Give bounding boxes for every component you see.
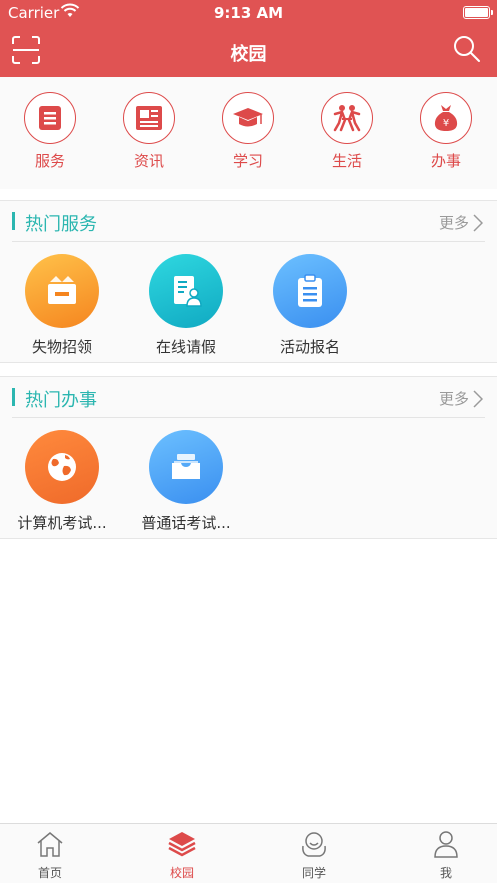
divider [12, 417, 485, 418]
category-affairs[interactable]: ¥ 办事 [411, 92, 481, 171]
life-icon [321, 92, 373, 144]
section-accent-bar [12, 212, 15, 230]
app-header: Carrier 9:13 AM 校园 [0, 0, 497, 77]
leave-form-icon [149, 254, 223, 328]
tab-label: 首页 [37, 866, 62, 880]
affair-mandarin-exam[interactable]: 普通话考试... [131, 430, 241, 533]
item-label: 在线请假 [155, 338, 216, 356]
affair-computer-exam[interactable]: 计算机考试... [7, 430, 117, 533]
category-label: 生活 [331, 152, 362, 170]
category-life[interactable]: 生活 [312, 92, 382, 171]
person-icon [434, 831, 458, 858]
tab-label: 校园 [169, 866, 194, 880]
news-icon [123, 92, 175, 144]
tab-classmates[interactable]: 同学 [274, 830, 354, 881]
classmates-icon [302, 832, 326, 857]
search-icon [454, 36, 480, 62]
money-bag-icon: ¥ [420, 92, 472, 144]
category-service[interactable]: 服务 [15, 92, 85, 171]
service-online-leave[interactable]: 在线请假 [131, 254, 241, 357]
category-study[interactable]: 学习 [213, 92, 283, 171]
category-label: 资讯 [133, 152, 164, 170]
more-link[interactable]: 更多 [439, 212, 469, 233]
tab-home[interactable]: 首页 [10, 830, 90, 881]
category-label: 服务 [34, 152, 65, 170]
hot-services-section: 热门服务 更多 失物招领 在线请假 活动报名 [0, 200, 497, 363]
globe-icon [25, 430, 99, 504]
box-icon [25, 254, 99, 328]
nav-bar: 校园 [0, 26, 497, 77]
category-row: 服务 资讯 学习 生活 ¥ 办事 [0, 77, 497, 189]
item-label: 活动报名 [279, 338, 340, 356]
status-bar: Carrier 9:13 AM [0, 0, 497, 26]
section-title: 热门办事 [25, 390, 97, 411]
page-title: 校园 [230, 44, 267, 65]
section-accent-bar [12, 388, 15, 406]
service-lost-found[interactable]: 失物招领 [7, 254, 117, 357]
category-news[interactable]: 资讯 [114, 92, 184, 171]
svg-text:¥: ¥ [443, 118, 449, 129]
chevron-right-icon[interactable] [473, 214, 483, 232]
layers-icon [168, 832, 196, 857]
battery-icon [463, 6, 493, 19]
section-header: 热门办事 更多 [0, 377, 497, 417]
more-link[interactable]: 更多 [439, 388, 469, 409]
service-activity-signup[interactable]: 活动报名 [255, 254, 365, 357]
graduation-cap-icon [222, 92, 274, 144]
hot-affairs-section: 热门办事 更多 计算机考试... 普通话考试... [0, 376, 497, 539]
tab-me[interactable]: 我 [406, 830, 486, 881]
tab-campus[interactable]: 校园 [142, 830, 222, 881]
section-header: 热门服务 更多 [0, 201, 497, 241]
chevron-right-icon[interactable] [473, 390, 483, 408]
status-time: 9:13 AM [213, 4, 284, 22]
item-label: 普通话考试... [141, 514, 231, 532]
search-button[interactable] [453, 35, 481, 63]
tab-label: 我 [439, 866, 452, 880]
item-label: 计算机考试... [17, 514, 107, 532]
home-icon [37, 832, 63, 857]
category-label: 办事 [430, 152, 461, 170]
service-icon [24, 92, 76, 144]
item-label: 失物招领 [31, 338, 92, 356]
clipboard-icon [273, 254, 347, 328]
tab-bar: 首页 校园 同学 我 [0, 823, 497, 883]
section-title: 热门服务 [25, 214, 97, 235]
divider [12, 241, 485, 242]
category-label: 学习 [232, 152, 263, 170]
inbox-icon [149, 430, 223, 504]
tab-label: 同学 [301, 866, 326, 880]
